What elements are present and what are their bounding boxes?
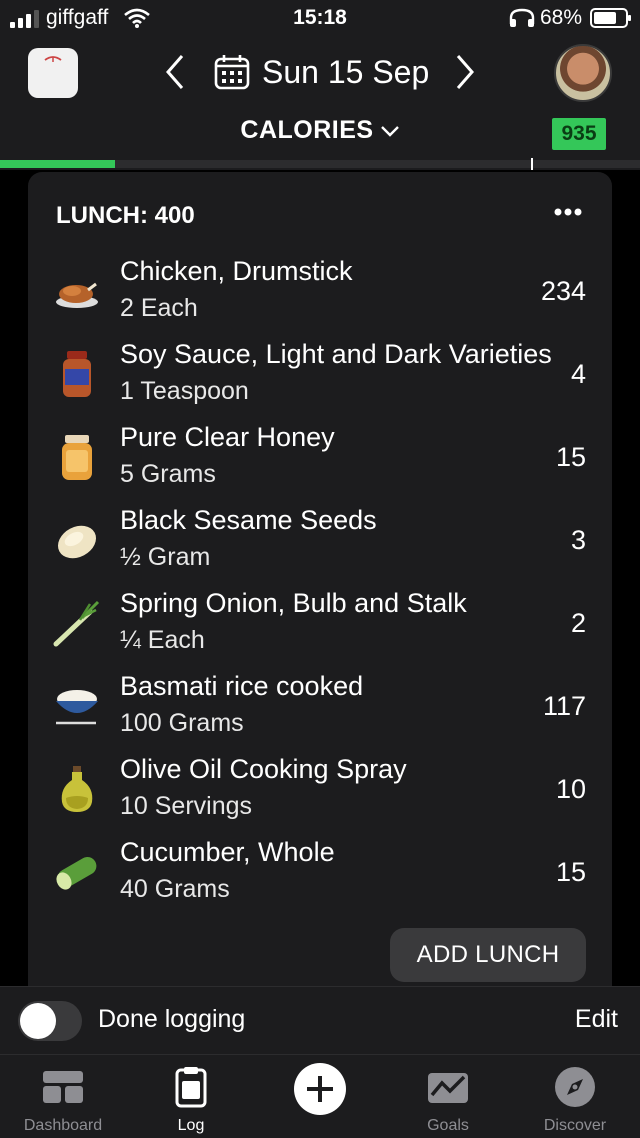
food-calories: 15 xyxy=(555,857,586,887)
add-lunch-button[interactable]: ADD LUNCH xyxy=(390,928,586,982)
food-calories: 234 xyxy=(540,276,586,306)
current-date: Sun 15 Sep xyxy=(262,53,430,90)
weigh-in-button[interactable] xyxy=(28,48,78,98)
food-name: Black Sesame Seeds xyxy=(120,505,377,535)
dashboard-icon xyxy=(43,1071,83,1103)
food-name: Cucumber, Whole xyxy=(120,837,335,867)
battery-icon xyxy=(590,8,631,28)
food-row[interactable]: Olive Oil Cooking Spray 10 Servings 10 xyxy=(28,754,612,837)
more-options-icon[interactable] xyxy=(554,206,582,218)
honey-jar-icon xyxy=(62,435,92,480)
food-quantity: 1 Teaspoon xyxy=(120,377,249,405)
goal-marker xyxy=(531,158,533,170)
food-quantity: 40 Grams xyxy=(120,875,230,903)
tab-goals[interactable]: Goals xyxy=(393,1055,503,1138)
log-icon xyxy=(175,1067,207,1108)
food-calories: 2 xyxy=(570,608,586,638)
food-row[interactable]: Pure Clear Honey 5 Grams 15 xyxy=(28,422,612,505)
tab-label: Dashboard xyxy=(23,1117,103,1134)
date-picker[interactable]: Sun 15 Sep xyxy=(214,50,429,94)
chevron-down-icon xyxy=(380,125,399,137)
tab-discover[interactable]: Discover xyxy=(520,1055,630,1138)
meal-card-lunch: LUNCH: 400 Chicken, Drumstick 2 Each 234… xyxy=(28,172,612,1002)
food-row[interactable]: Chicken, Drumstick 2 Each 234 xyxy=(28,256,612,339)
calories-remaining-badge: 935 xyxy=(552,118,606,150)
tab-log[interactable]: Log xyxy=(136,1055,246,1138)
food-name: Pure Clear Honey xyxy=(120,422,335,452)
goals-icon xyxy=(428,1073,468,1103)
food-quantity: 10 Servings xyxy=(120,792,253,820)
meal-title: LUNCH: 400 xyxy=(56,202,195,229)
food-quantity: 5 Grams xyxy=(120,460,216,488)
done-logging-bar: Done logging Edit xyxy=(0,986,640,1054)
done-logging-label: Done logging xyxy=(98,1005,246,1033)
food-calories: 3 xyxy=(570,525,586,555)
calorie-progress-fill xyxy=(0,160,116,168)
food-row[interactable]: Spring Onion, Bulb and Stalk ¼ Each 2 xyxy=(28,588,612,671)
olive-oil-icon xyxy=(61,766,93,812)
food-quantity: ½ Gram xyxy=(120,543,211,571)
food-quantity: 100 Grams xyxy=(120,709,244,737)
metric-selector[interactable]: CALORIES xyxy=(0,116,640,145)
food-name: Spring Onion, Bulb and Stalk xyxy=(120,588,467,618)
food-quantity: 2 Each xyxy=(120,294,198,322)
food-row[interactable]: Basmati rice cooked 100 Grams 117 xyxy=(28,671,612,754)
food-calories: 10 xyxy=(555,774,586,804)
food-row[interactable]: Soy Sauce, Light and Dark Varieties 1 Te… xyxy=(28,339,612,422)
food-name: Basmati rice cooked xyxy=(120,671,364,701)
food-calories: 117 xyxy=(542,691,586,721)
tab-dashboard[interactable]: Dashboard xyxy=(8,1055,118,1138)
seed-icon xyxy=(57,525,97,559)
tab-label: Discover xyxy=(543,1117,607,1134)
food-calories: 4 xyxy=(570,359,586,389)
toggle-knob xyxy=(20,1003,56,1039)
food-calories: 15 xyxy=(555,442,586,472)
spring-onion-icon xyxy=(53,600,100,647)
food-row[interactable]: Cucumber, Whole 40 Grams 15 xyxy=(28,837,612,920)
food-name: Olive Oil Cooking Spray xyxy=(120,754,407,784)
add-icon xyxy=(294,1063,346,1115)
next-day-button[interactable] xyxy=(450,50,480,94)
avatar[interactable] xyxy=(554,44,612,102)
tab-label: Log xyxy=(177,1117,205,1134)
food-name: Chicken, Drumstick xyxy=(120,256,353,286)
cucumber-icon xyxy=(56,857,97,890)
food-name: Soy Sauce, Light and Dark Varieties xyxy=(120,339,552,369)
tab-bar: Dashboard Log Goals Discover xyxy=(0,1054,640,1138)
status-bar: giffgaff 15:18 68% xyxy=(0,0,640,36)
metric-label: CALORIES xyxy=(240,116,374,144)
done-logging-toggle[interactable] xyxy=(18,1001,82,1041)
sauce-bottle-icon xyxy=(63,351,91,397)
calendar-icon xyxy=(214,55,250,90)
tab-add[interactable] xyxy=(265,1055,375,1138)
tab-label: Goals xyxy=(427,1117,469,1134)
food-row[interactable]: Black Sesame Seeds ½ Gram 3 xyxy=(28,505,612,588)
battery-percent: 68% xyxy=(540,6,583,29)
food-quantity: ¼ Each xyxy=(120,626,205,654)
drumstick-icon xyxy=(56,282,98,308)
calorie-progress-bar xyxy=(0,158,640,170)
scale-icon xyxy=(44,56,62,62)
compass-icon xyxy=(555,1067,595,1107)
previous-day-button[interactable] xyxy=(160,50,190,94)
edit-button[interactable]: Edit xyxy=(575,1005,618,1034)
rice-bowl-icon xyxy=(56,690,98,725)
diary-header: Sun 15 Sep CALORIES 935 xyxy=(0,36,640,170)
headphones-icon xyxy=(509,8,535,27)
